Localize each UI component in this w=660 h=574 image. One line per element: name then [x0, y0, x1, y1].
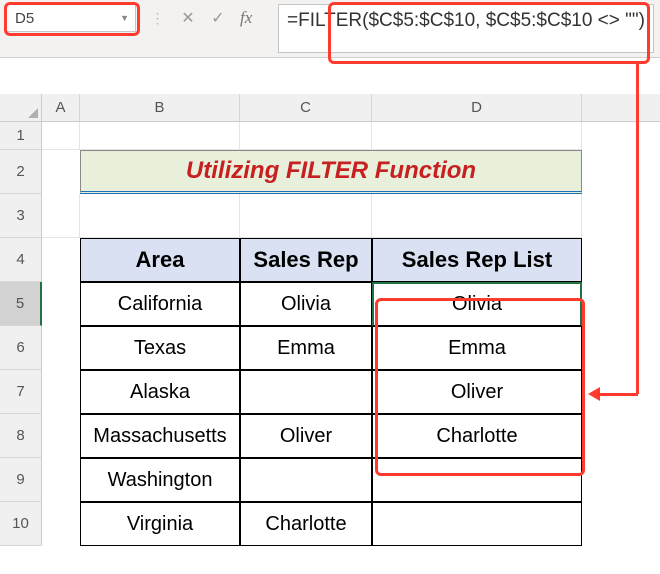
name-box-dropdown-icon[interactable]: ▼ — [120, 13, 129, 23]
cancel-icon[interactable]: ✕ — [174, 6, 202, 30]
table-cell[interactable]: Oliver — [372, 370, 582, 414]
table-cell[interactable]: Washington — [80, 458, 240, 502]
name-box-value: D5 — [15, 10, 34, 27]
row-header-5[interactable]: 5 — [0, 282, 42, 326]
col-header-b[interactable]: B — [80, 94, 240, 121]
column-headers: A B C D — [0, 94, 660, 122]
cell[interactable] — [42, 238, 80, 282]
cell[interactable] — [42, 282, 80, 326]
table-cell[interactable]: Emma — [240, 326, 372, 370]
table-cell[interactable] — [372, 502, 582, 546]
row-headers: 1 2 3 4 5 6 7 8 9 10 — [0, 122, 42, 546]
fx-icon[interactable]: fx — [240, 4, 270, 53]
select-all-corner[interactable] — [0, 94, 42, 121]
cell[interactable] — [42, 150, 80, 194]
row-header-4[interactable]: 4 — [0, 238, 42, 282]
header-list[interactable]: Sales Rep List — [372, 238, 582, 282]
table-cell[interactable]: Olivia — [240, 282, 372, 326]
cell[interactable] — [42, 326, 80, 370]
col-header-d[interactable]: D — [372, 94, 582, 121]
formula-bar: D5 ▼ ⋮ ✕ ✓ fx =FILTER($C$5:$C$10, $C$5:$… — [0, 0, 660, 58]
row-header-6[interactable]: 6 — [0, 326, 42, 370]
cell[interactable] — [42, 502, 80, 546]
header-area[interactable]: Area — [80, 238, 240, 282]
table-cell[interactable] — [240, 458, 372, 502]
cell[interactable] — [240, 194, 372, 238]
cell[interactable] — [42, 414, 80, 458]
row-header-10[interactable]: 10 — [0, 502, 42, 546]
table-cell[interactable] — [372, 458, 582, 502]
cell[interactable] — [42, 194, 80, 238]
cell[interactable] — [80, 194, 240, 238]
row-header-8[interactable]: 8 — [0, 414, 42, 458]
table-cell[interactable]: Charlotte — [240, 502, 372, 546]
active-cell[interactable]: Olivia — [372, 282, 582, 326]
enter-icon[interactable]: ✓ — [204, 6, 232, 30]
cell[interactable] — [42, 122, 80, 150]
more-icon[interactable]: ⋮ — [144, 6, 172, 30]
worksheet: A B C D 1 2 3 4 5 6 7 8 9 10 — [0, 94, 660, 546]
header-rep[interactable]: Sales Rep — [240, 238, 372, 282]
col-header-a[interactable]: A — [42, 94, 80, 121]
cell[interactable] — [42, 370, 80, 414]
table-cell[interactable]: Texas — [80, 326, 240, 370]
row-header-2[interactable]: 2 — [0, 150, 42, 194]
table-cell[interactable]: Oliver — [240, 414, 372, 458]
row-header-1[interactable]: 1 — [0, 122, 42, 150]
table-cell[interactable]: Massachusetts — [80, 414, 240, 458]
table-cell[interactable]: Emma — [372, 326, 582, 370]
name-box[interactable]: D5 ▼ — [6, 4, 136, 32]
cell-grid: Utilizing FILTER Function Area Sales Rep… — [42, 122, 660, 546]
cell[interactable] — [80, 122, 240, 150]
row-header-7[interactable]: 7 — [0, 370, 42, 414]
row-header-9[interactable]: 9 — [0, 458, 42, 502]
table-cell[interactable]: California — [80, 282, 240, 326]
formula-bar-buttons: ⋮ ✕ ✓ — [144, 4, 232, 53]
cell[interactable] — [240, 122, 372, 150]
table-cell[interactable]: Alaska — [80, 370, 240, 414]
table-cell[interactable]: Virginia — [80, 502, 240, 546]
col-header-c[interactable]: C — [240, 94, 372, 121]
cell[interactable] — [372, 122, 582, 150]
title-cell[interactable]: Utilizing FILTER Function — [80, 150, 582, 194]
table-cell[interactable] — [240, 370, 372, 414]
table-cell[interactable]: Charlotte — [372, 414, 582, 458]
cell[interactable] — [42, 458, 80, 502]
row-header-3[interactable]: 3 — [0, 194, 42, 238]
formula-input[interactable]: =FILTER($C$5:$C$10, $C$5:$C$10 <> "") — [278, 4, 654, 53]
cell[interactable] — [372, 194, 582, 238]
